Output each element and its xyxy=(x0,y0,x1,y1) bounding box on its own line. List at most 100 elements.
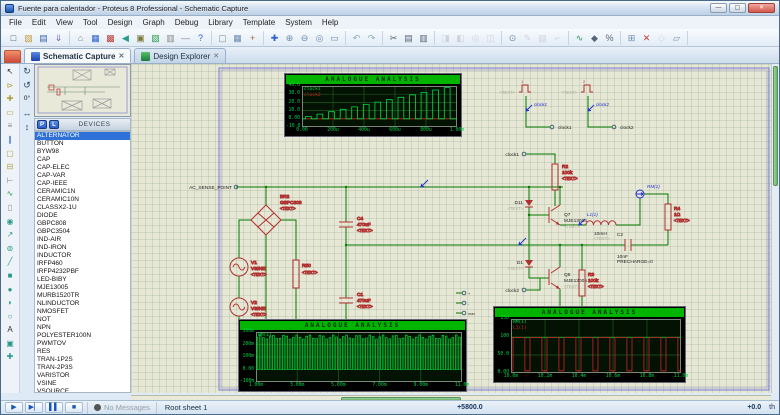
voltage-probe[interactable] xyxy=(518,237,527,246)
mirror-vertical-button[interactable]: ↕ xyxy=(25,120,30,134)
device-item[interactable]: POLYESTER100N xyxy=(35,332,130,340)
device-item[interactable]: CAP-ELEC xyxy=(35,164,130,172)
pause-button[interactable]: ▌▌ xyxy=(45,402,63,413)
device-item[interactable]: IRFP460 xyxy=(35,260,130,268)
play-button[interactable]: ▶ xyxy=(5,402,23,413)
schematic-editor[interactable]: AC_SENSE_POINT BR2 GBPC308 <TEXT> V1 VSI… xyxy=(131,64,773,393)
2d-text-mode[interactable]: A xyxy=(3,323,18,337)
search-tag-icon[interactable]: ◆ xyxy=(587,31,602,45)
generator-mode[interactable]: ◉ xyxy=(3,215,18,229)
device-item[interactable]: CERAMIC1N xyxy=(35,188,130,196)
redo-icon[interactable]: ↷ xyxy=(364,31,379,45)
tape-recorder-mode[interactable]: ▯ xyxy=(3,201,18,215)
minimize-button[interactable]: — xyxy=(710,3,727,13)
bill-of-materials-icon[interactable]: ▥ xyxy=(163,31,178,45)
2d-symbol-mode[interactable]: ▣ xyxy=(3,337,18,351)
terminal-clock2-drive[interactable]: clock2 xyxy=(505,287,527,294)
tab-schematic-capture[interactable]: Schematic Capture ✕ xyxy=(24,48,132,63)
menu-item-edit[interactable]: Edit xyxy=(27,18,51,27)
redraw-icon[interactable]: ▢ xyxy=(215,31,230,45)
title-bar[interactable]: Fuente para calentador - Proteus 8 Profe… xyxy=(1,1,779,16)
device-item[interactable]: INDUCTOR xyxy=(35,252,130,260)
device-item[interactable]: GBPC3504 xyxy=(35,228,130,236)
paste-icon[interactable]: ▥ xyxy=(416,31,431,45)
gerber-viewer-icon[interactable]: ▣ xyxy=(133,31,148,45)
rotate-clockwise-button[interactable]: ↻ xyxy=(23,64,31,78)
tab-design-explorer[interactable]: Design Explorer ✕ xyxy=(134,48,227,63)
device-item[interactable]: IRFP4232PBF xyxy=(35,268,130,276)
zoom-area-icon[interactable]: ▭ xyxy=(327,31,342,45)
undo-icon[interactable]: ↶ xyxy=(349,31,364,45)
component-c2[interactable]: C2 10nF PRECHARGE=0 xyxy=(617,232,653,265)
device-pins-mode[interactable]: ⊢ xyxy=(3,174,18,188)
junction-dot-mode[interactable]: ✚ xyxy=(3,92,18,106)
overview-panel[interactable] xyxy=(34,64,131,117)
menu-item-tool[interactable]: Tool xyxy=(78,18,103,27)
device-item[interactable]: CAP xyxy=(35,156,130,164)
device-item[interactable]: CLASSX2-1U xyxy=(35,204,130,212)
device-item[interactable]: BUTTON xyxy=(35,140,130,148)
device-item[interactable]: VSOURCE xyxy=(35,388,130,392)
menu-item-help[interactable]: Help xyxy=(317,18,343,27)
terminals-mode[interactable]: ⊟ xyxy=(3,160,18,174)
close-button[interactable]: ✕ xyxy=(748,3,775,13)
analysis-graph-1[interactable]: ANALOGUE ANALYSIS 40.0 30.0 20.0 10.0 0.00 -10… xyxy=(284,73,464,137)
pick-parts-icon[interactable]: ⊙ xyxy=(505,31,520,45)
vertical-scrollbar[interactable] xyxy=(771,64,779,393)
schematic-capture-icon[interactable]: ▦ xyxy=(88,31,103,45)
device-item[interactable]: DIODE xyxy=(35,212,130,220)
zoom-in-icon[interactable]: ⊕ xyxy=(282,31,297,45)
2d-marker-mode[interactable]: ✚ xyxy=(3,350,18,364)
save-design-icon[interactable]: ▤ xyxy=(36,31,51,45)
step-button[interactable]: ▶▏ xyxy=(25,402,43,413)
zoom-to-child-icon[interactable]: ▱ xyxy=(669,31,684,45)
component-r4[interactable]: R4 1Ω <TEXT> xyxy=(664,203,691,231)
generator-clock1[interactable]: 1 <TEXT> clock1 clock1 xyxy=(499,79,572,131)
close-tab-icon[interactable]: ✕ xyxy=(118,52,124,60)
help-icon[interactable]: ? xyxy=(193,31,208,45)
2d-path-mode[interactable]: ○ xyxy=(3,310,18,324)
terminal-clock1-drive[interactable]: clock1 xyxy=(505,151,527,158)
menu-item-view[interactable]: View xyxy=(51,18,78,27)
subcircuit-mode[interactable]: ▢ xyxy=(3,147,18,161)
device-item[interactable]: PWMTOV xyxy=(35,340,130,348)
device-item[interactable]: IND-AIR xyxy=(35,236,130,244)
text-script-mode[interactable]: ≡ xyxy=(3,119,18,133)
device-item[interactable]: TRAN-1P2S xyxy=(35,356,130,364)
component-l1[interactable]: 10mH <TEXT> xyxy=(585,220,617,241)
device-item[interactable]: RES xyxy=(35,348,130,356)
component-r50[interactable]: R50 <TEXT> xyxy=(292,259,319,289)
close-tab-icon[interactable]: ✕ xyxy=(213,52,219,60)
devices-list[interactable]: ALTERNATOR BUTTON BYW98 CAP CAP-ELEC CAP-VAR C… xyxy=(34,131,131,393)
menu-item-template[interactable]: Template xyxy=(238,18,280,27)
pan-icon[interactable]: ✚ xyxy=(267,31,282,45)
zoom-all-icon[interactable]: ◎ xyxy=(312,31,327,45)
device-item[interactable]: NLINDUCTOR xyxy=(35,300,130,308)
pcb-layout-icon[interactable]: ▩ xyxy=(103,31,118,45)
rotate-anticlockwise-button[interactable]: ↺ xyxy=(23,78,31,92)
menu-item-graph[interactable]: Graph xyxy=(137,18,169,27)
device-item[interactable]: NMOSFET xyxy=(35,308,130,316)
graph-mode[interactable]: ∿ xyxy=(3,187,18,201)
origin-icon[interactable]: + xyxy=(245,31,260,45)
maximize-button[interactable]: ▢ xyxy=(729,3,746,13)
terminal-aux[interactable]: + - max xyxy=(461,290,475,316)
component-c4[interactable]: C4 470uF <TEXT> xyxy=(339,216,374,234)
device-item[interactable]: NPN xyxy=(35,324,130,332)
device-item[interactable]: VARISTOR xyxy=(35,372,130,380)
component-mode[interactable]: ⊳ xyxy=(3,79,18,93)
new-design-icon[interactable]: □ xyxy=(6,31,21,45)
device-item[interactable]: BYW98 xyxy=(35,148,130,156)
component-r2[interactable]: R2 100k <TEXT> xyxy=(551,163,579,191)
component-c1[interactable]: C1 470uF <TEXT> xyxy=(339,292,374,310)
2d-circle-mode[interactable]: ● xyxy=(3,283,18,297)
menu-item-design[interactable]: Design xyxy=(103,18,138,27)
2d-arc-mode[interactable]: ◗ xyxy=(3,296,18,310)
mirror-horizontal-button[interactable]: ↔ xyxy=(23,106,32,120)
menu-item-library[interactable]: Library xyxy=(203,18,237,27)
device-item[interactable]: VSINE xyxy=(35,380,130,388)
copy-icon[interactable]: ▤ xyxy=(401,31,416,45)
component-v2[interactable]: V2 VSINE <TEXT> xyxy=(229,297,268,318)
device-item[interactable]: CAP-VAR xyxy=(35,172,130,180)
2d-line-mode[interactable]: ╱ xyxy=(3,255,18,269)
